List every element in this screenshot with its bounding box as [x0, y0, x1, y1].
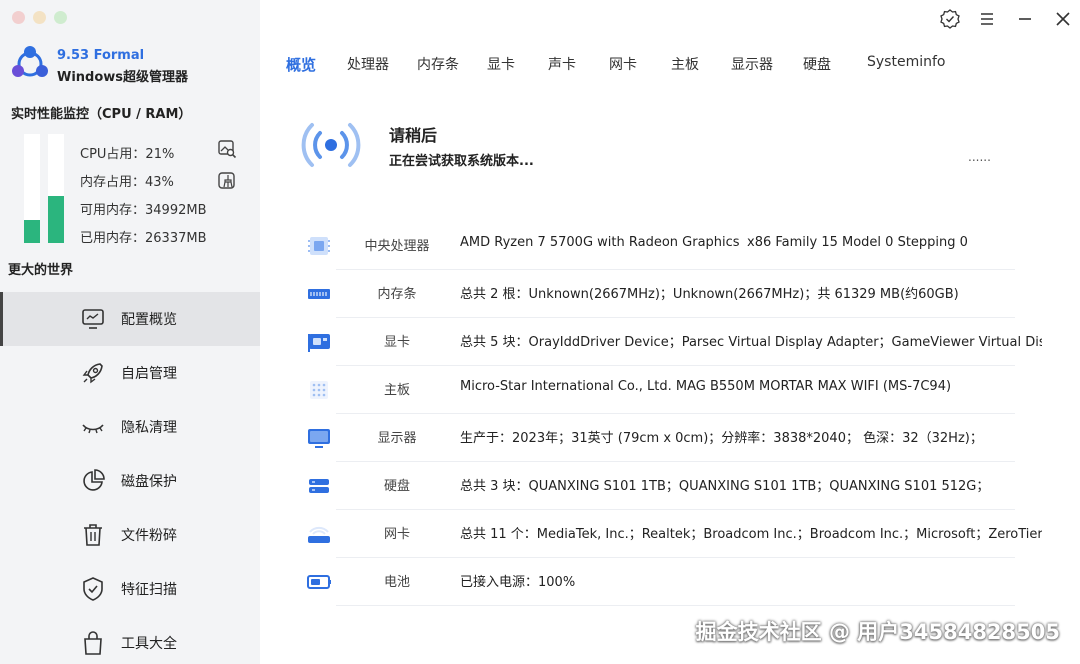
used-memory-text: 已用内存：26337MB [80, 231, 207, 246]
sidebar-item-disk-protect[interactable]: 磁盘保护 [0, 454, 260, 508]
network-icon [308, 526, 330, 543]
verified-badge-icon[interactable] [939, 8, 961, 30]
sidebar-item-label: 自启管理 [121, 366, 177, 382]
row-label: 显示器 [377, 431, 417, 446]
available-memory-text: 可用内存：34992MB [80, 203, 207, 218]
row-value: 已接入电源：100% [460, 575, 576, 590]
info-row-disk: 硬盘 总共 3 块：QUANXING S101 1TB；QUANXING S10… [300, 462, 1045, 510]
row-value: 总共 2 根：Unknown(2667MHz)；Unknown(2667MHz)… [460, 287, 959, 302]
row-label: 主板 [383, 383, 410, 398]
shield-check-icon [83, 577, 103, 601]
memory-usage-bar [48, 134, 64, 243]
sidebar-item-label: 特征扫描 [121, 582, 177, 598]
cpu-icon [308, 237, 330, 255]
status-loading-dots: ...... [968, 150, 991, 164]
sidebar-item-label: 工具大全 [121, 636, 177, 652]
pie-chart-icon [83, 469, 105, 491]
tab-network[interactable]: 网卡 [609, 54, 637, 74]
monitor-icon [82, 309, 104, 329]
info-row-battery: 电池 已接入电源：100% [300, 558, 1045, 606]
sidebar-item-label: 文件粉碎 [121, 528, 177, 544]
row-label: 显卡 [383, 335, 410, 350]
monitor-title: 实时性能监控（CPU / RAM） [11, 107, 192, 122]
row-value: 总共 11 个：MediaTek, Inc.；Realtek；Broadcom … [460, 527, 1042, 542]
row-label: 硬盘 [383, 479, 410, 494]
battery-icon [307, 575, 331, 589]
trash-icon [84, 524, 102, 546]
row-label: 中央处理器 [364, 239, 430, 254]
row-value: 总共 5 块：OrayIddDriver Device；Parsec Virtu… [460, 335, 1042, 350]
info-row-gpu: 显卡 总共 5 块：OrayIddDriver Device；Parsec Vi… [300, 318, 1045, 366]
signal-broadcast-icon [301, 123, 361, 167]
rocket-icon [82, 363, 103, 384]
row-label: 内存条 [377, 287, 417, 302]
menu-icon[interactable] [976, 8, 998, 30]
sidebar-tagline: 更大的世界 [8, 263, 74, 278]
row-label: 网卡 [383, 527, 410, 542]
watermark: 掘金技术社区 @ 用户34584828505 [695, 620, 1060, 644]
memory-icon [308, 289, 330, 299]
row-value: 总共 3 块：QUANXING S101 1TB；QUANXING S101 1… [460, 479, 990, 494]
disk-icon [309, 479, 329, 493]
info-row-motherboard: 主板 Micro-Star International Co., Ltd. MA… [300, 366, 1045, 414]
minimize-icon[interactable] [1014, 8, 1036, 30]
tab-gpu[interactable]: 显卡 [487, 54, 515, 74]
close-icon[interactable] [1052, 8, 1074, 30]
sidebar-item-privacy[interactable]: 隐私清理 [0, 400, 260, 454]
app-version: 9.53 Formal [57, 48, 145, 63]
minimize-dot[interactable] [33, 11, 46, 24]
tab-motherboard[interactable]: 主板 [671, 54, 699, 74]
window-traffic-lights [12, 11, 67, 24]
info-row-cpu: 中央处理器 AMD Ryzen 7 5700G with Radeon Grap… [300, 222, 1045, 270]
memory-usage-fill [48, 196, 64, 243]
tab-processor[interactable]: 处理器 [347, 54, 389, 74]
sidebar-item-toolbox[interactable]: 工具大全 [0, 616, 260, 664]
row-extra: x86 Family 15 Model 0 Stepping 0 [747, 235, 968, 250]
gpu-icon [308, 334, 330, 352]
memory-usage-text: 内存占用：43% [80, 175, 174, 190]
row-value: Micro-Star International Co., Ltd. MAG B… [460, 379, 952, 394]
info-row-network: 网卡 总共 11 个：MediaTek, Inc.；Realtek；Broadc… [300, 510, 1045, 558]
bag-icon [84, 631, 102, 655]
status-subtitle: 正在尝试获取系统版本... [389, 154, 534, 169]
tab-display[interactable]: 显示器 [731, 54, 773, 74]
app-name: Windows超级管理器 [57, 70, 189, 85]
sidebar-item-config-overview[interactable]: 配置概览 [0, 292, 260, 346]
row-value: 生产于：2023年；31英寸 (79cm x 0cm)；分辨率：3838*204… [460, 431, 983, 446]
sidebar-item-label: 配置概览 [121, 312, 177, 328]
motherboard-icon [310, 381, 328, 399]
tab-overview[interactable]: 概览 [286, 54, 316, 75]
tab-systeminfo[interactable]: Systeminfo [867, 54, 945, 70]
info-row-memory: 内存条 总共 2 根：Unknown(2667MHz)；Unknown(2667… [300, 270, 1045, 318]
row-label: 电池 [383, 575, 410, 590]
cpu-usage-fill [24, 220, 40, 243]
tab-sound[interactable]: 声卡 [548, 54, 576, 74]
sidebar-item-startup[interactable]: 自启管理 [0, 346, 260, 400]
app-logo-icon [12, 46, 48, 77]
clean-brush-icon[interactable] [217, 171, 237, 191]
tab-disk[interactable]: 硬盘 [803, 54, 831, 74]
cpu-usage-bar [24, 134, 40, 243]
sidebar-item-label: 磁盘保护 [121, 474, 177, 490]
sidebar-item-file-shredder[interactable]: 文件粉碎 [0, 508, 260, 562]
display-icon [308, 429, 330, 448]
status-title: 请稍后 [389, 126, 438, 145]
sidebar-item-label: 隐私清理 [121, 420, 177, 436]
sidebar-item-feature-scan[interactable]: 特征扫描 [0, 562, 260, 616]
closed-eye-icon [82, 424, 104, 434]
image-search-icon[interactable] [217, 139, 237, 159]
cpu-usage-text: CPU占用：21% [80, 147, 175, 162]
sidebar: 9.53 Formal Windows超级管理器 实时性能监控（CPU / RA… [0, 0, 260, 664]
tab-memory[interactable]: 内存条 [417, 54, 459, 74]
close-dot[interactable] [12, 11, 25, 24]
zoom-dot[interactable] [54, 11, 67, 24]
row-divider [336, 605, 1015, 606]
info-row-display: 显示器 生产于：2023年；31英寸 (79cm x 0cm)；分辨率：3838… [300, 414, 1045, 462]
